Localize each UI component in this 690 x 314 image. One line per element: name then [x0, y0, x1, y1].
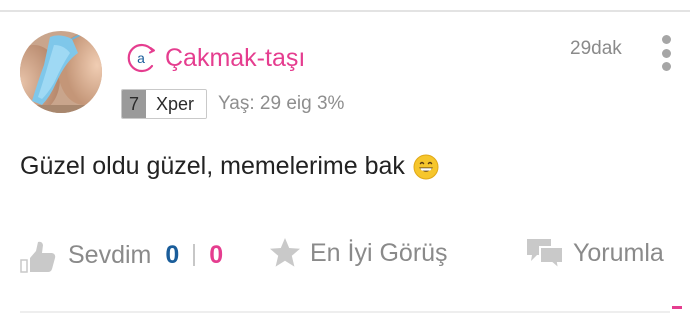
- user-meta-row: 7 Xper Yaş: 29 eig 3%: [121, 89, 344, 119]
- user-meta-text: Yaş: 29 eig 3%: [218, 93, 345, 114]
- level-number: 7: [122, 90, 146, 118]
- vertical-ellipsis-icon: [661, 48, 671, 58]
- anon-badge-letter: a: [137, 50, 145, 66]
- best-answer-button[interactable]: En İyi Görüş: [268, 236, 448, 270]
- more-options-button[interactable]: [655, 33, 677, 73]
- author-link[interactable]: a Çakmak-taşı: [125, 42, 305, 74]
- like-count: 0: [165, 240, 180, 269]
- top-divider: [0, 10, 690, 12]
- bottom-accent-mark: [672, 306, 682, 309]
- count-divider: [193, 244, 196, 266]
- username[interactable]: Çakmak-taşı: [165, 45, 305, 71]
- bottom-divider: [20, 311, 670, 313]
- like-button[interactable]: Sevdim 0 0: [18, 236, 223, 274]
- dislike-count: 0: [209, 240, 224, 269]
- avatar-image: [20, 31, 102, 113]
- like-label: Sevdim: [68, 240, 152, 269]
- grinning-face-emoji-icon: [413, 154, 439, 179]
- reply-button[interactable]: Yorumla: [525, 236, 664, 270]
- level-label: Xper: [146, 90, 207, 118]
- vertical-ellipsis-icon: [661, 62, 671, 71]
- reply-label: Yorumla: [573, 238, 664, 267]
- thumbs-up-icon: [20, 241, 56, 273]
- best-answer-label: En İyi Görüş: [310, 238, 448, 267]
- comment-text: Güzel oldu güzel, memelerime bak: [20, 152, 405, 180]
- timestamp: 29dak: [570, 38, 622, 59]
- level-badge: 7 Xper: [121, 89, 208, 119]
- comment-body: Güzel oldu güzel, memelerime bak: [20, 152, 439, 181]
- comment-actions: Sevdim 0 0 En İyi Görüş Yorumla: [0, 232, 690, 280]
- vertical-ellipsis-icon: [661, 35, 671, 44]
- speech-bubbles-icon: [527, 239, 564, 270]
- avatar[interactable]: [20, 31, 102, 113]
- star-icon: [270, 238, 300, 267]
- anonymous-a-badge-icon: a: [125, 42, 157, 74]
